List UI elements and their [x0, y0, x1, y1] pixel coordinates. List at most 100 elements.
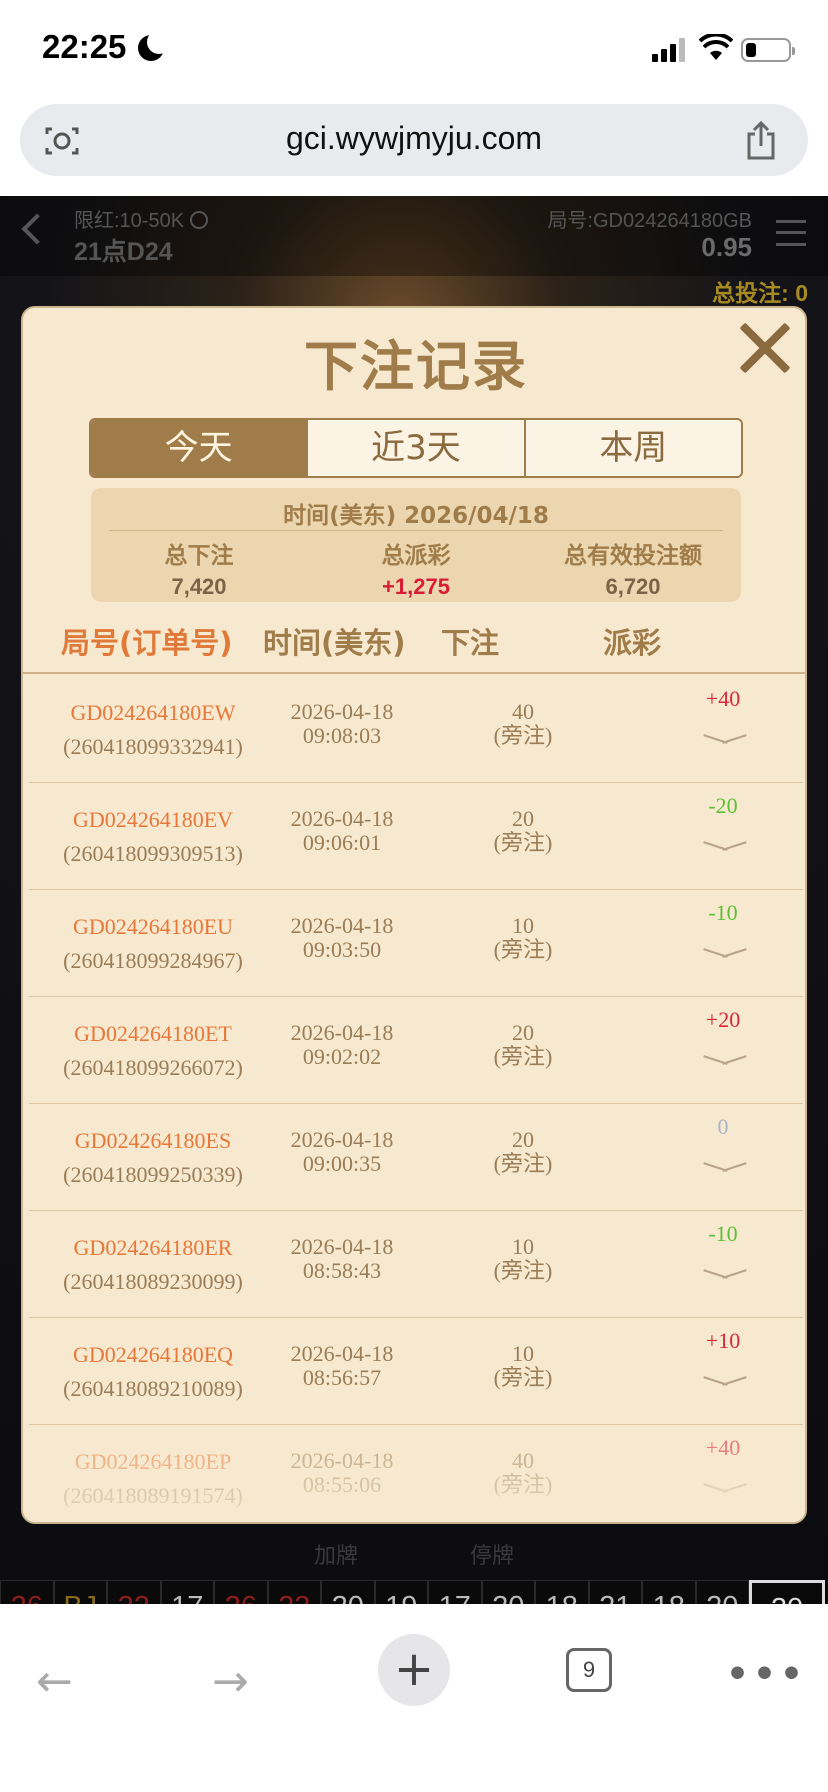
- bet-date: 2026-04-18: [290, 1020, 394, 1045]
- url-bar[interactable]: gci.wywjmyju.com: [20, 104, 808, 176]
- payout-value: +10: [705, 1328, 741, 1353]
- order-number: (260418099332941): [63, 734, 243, 759]
- chevron-down-icon[interactable]: [703, 1267, 747, 1281]
- bet-amount: 10: [512, 1341, 534, 1366]
- round-order-cell: GD024264180EV (260418099309513): [29, 803, 277, 871]
- battery-icon: [741, 38, 795, 62]
- chevron-down-icon[interactable]: [703, 1374, 747, 1388]
- bet-history-modal: 下注记录 今天 近3天 本周 时间(美东) 2026/04/18 总下注 7,4…: [21, 306, 807, 1524]
- payout-value: -20: [708, 793, 738, 818]
- date-range-tabs: 今天 近3天 本周: [89, 418, 743, 478]
- moon-icon: [138, 30, 171, 61]
- bet-cell: 10 (旁注): [477, 1342, 569, 1390]
- info-icon[interactable]: [190, 211, 209, 229]
- total-valid-label: 总有效投注额: [564, 543, 702, 569]
- column-header-payout: 派彩: [603, 626, 662, 660]
- column-header-round: 局号(订单号): [61, 626, 233, 660]
- bet-row[interactable]: GD024264180ES (260418099250339) 2026-04-18…: [29, 1104, 803, 1211]
- bet-time: 09:03:50: [302, 937, 382, 962]
- payout-value: -10: [708, 1221, 738, 1246]
- round-id: GD024264180ES: [74, 1128, 232, 1153]
- more-options-icon[interactable]: •••: [726, 1654, 807, 1695]
- bet-time: 09:02:02: [302, 1044, 382, 1069]
- chevron-down-icon[interactable]: [703, 839, 747, 853]
- bet-amount: 40: [512, 699, 534, 724]
- bet-date: 2026-04-18: [290, 699, 394, 724]
- bet-row[interactable]: GD024264180EW (260418099332941) 2026-04-18…: [29, 676, 803, 783]
- order-number: (260418089210089): [63, 1376, 243, 1401]
- bet-row[interactable]: GD024264180ET (260418099266072) 2026-04-18…: [29, 997, 803, 1104]
- bet-type: (旁注): [493, 1365, 553, 1390]
- bet-time: 08:56:57: [302, 1365, 382, 1390]
- time-cell: 2026-04-18 09:00:35: [267, 1128, 417, 1176]
- bet-date: 2026-04-18: [290, 1341, 394, 1366]
- new-tab-plus-icon[interactable]: +: [378, 1634, 450, 1706]
- summary-total-valid: 总有效投注额 6,720: [525, 536, 741, 600]
- time-cell: 2026-04-18 08:56:57: [267, 1342, 417, 1390]
- stand-button[interactable]: 停牌: [470, 1538, 514, 1570]
- order-number: (260418089230099): [63, 1269, 243, 1294]
- table-name: 21点D24: [74, 238, 173, 266]
- column-header-bet: 下注: [441, 626, 500, 660]
- hit-button[interactable]: 加牌: [314, 1538, 358, 1570]
- time-cell: 2026-04-18 09:06:01: [267, 807, 417, 855]
- close-icon[interactable]: [737, 320, 793, 376]
- tab-last-3-days[interactable]: 近3天: [308, 420, 526, 476]
- browser-toolbar: ← → + 9 •••: [0, 1604, 828, 1792]
- bet-time: 08:58:43: [302, 1258, 382, 1283]
- round-order-cell: GD024264180ET (260418099266072): [29, 1017, 277, 1085]
- bet-amount: 20: [512, 1020, 534, 1045]
- total-payout-label: 总派彩: [381, 543, 451, 569]
- tabs-count-button[interactable]: 9: [566, 1648, 612, 1692]
- round-id: GD024264180EU: [72, 914, 234, 939]
- bet-row[interactable]: GD024264180EQ (260418089210089) 2026-04-18…: [29, 1318, 803, 1425]
- forward-arrow-icon[interactable]: →: [212, 1656, 249, 1707]
- round-id: GD024264180EW: [70, 700, 236, 725]
- payout-value: +40: [705, 686, 741, 711]
- tab-today[interactable]: 今天: [91, 420, 309, 476]
- round-order-cell: GD024264180EQ (260418089210089): [29, 1338, 277, 1406]
- bet-amount: 20: [512, 806, 534, 831]
- chevron-down-icon[interactable]: [703, 1160, 747, 1174]
- bet-time: 09:08:03: [302, 723, 382, 748]
- bet-cell: 20 (旁注): [477, 807, 569, 855]
- bet-cell: 40(旁注): [477, 700, 569, 748]
- round-id: GD024264180EQ: [72, 1342, 234, 1367]
- menu-icon[interactable]: [776, 220, 806, 246]
- total-valid-value: 6,720: [605, 574, 661, 599]
- url-text[interactable]: gci.wywjmyju.com: [20, 120, 808, 157]
- payout-value: 0: [717, 1114, 729, 1139]
- bet-cell: 10 (旁注): [477, 1235, 569, 1283]
- share-icon[interactable]: [744, 120, 778, 160]
- round-order-cell: GD024264180ER (260418089230099): [29, 1231, 277, 1299]
- summary-total-bet: 总下注 7,420: [91, 536, 307, 600]
- tab-this-week[interactable]: 本周: [525, 420, 741, 476]
- scroll-fade: [23, 1432, 805, 1522]
- bet-type: (旁注): [493, 723, 553, 748]
- time-cell: 2026-04-18 09:03:50: [267, 914, 417, 962]
- bet-amount: 10: [512, 913, 534, 938]
- bet-list: GD024264180EW (260418099332941) 2026-04-18…: [23, 676, 805, 1522]
- bet-amount: 20: [512, 1127, 534, 1152]
- modal-title: 下注记录: [304, 335, 528, 398]
- bet-date: 2026-04-18: [290, 1127, 394, 1152]
- summary-date: 时间(美东) 2026/04/18: [283, 503, 549, 529]
- bet-type: (旁注): [493, 830, 553, 855]
- bet-row[interactable]: GD024264180EV (260418099309513) 2026-04-18…: [29, 783, 803, 890]
- table-header: 局号(订单号) 时间(美东) 下注 派彩: [23, 616, 805, 674]
- chevron-down-icon[interactable]: [703, 946, 747, 960]
- bet-row[interactable]: GD024264180ER (260418089230099) 2026-04-18…: [29, 1211, 803, 1318]
- chevron-down-icon[interactable]: [703, 732, 747, 746]
- bet-date: 2026-04-18: [290, 806, 394, 831]
- chevron-down-icon[interactable]: [703, 1053, 747, 1067]
- bet-row[interactable]: GD024264180EU (260418099284967) 2026-04-18…: [29, 890, 803, 997]
- cellular-signal-icon: [652, 38, 688, 62]
- bet-limit: 限红:10-50K: [74, 204, 209, 233]
- total-bet-label: 总投注:: [712, 280, 789, 306]
- bet-time: 09:00:35: [302, 1151, 382, 1176]
- bet-amount: 10: [512, 1234, 534, 1259]
- round-id: GD024264180ER: [73, 1235, 233, 1260]
- round-id: GD024264180ET: [74, 1021, 232, 1046]
- back-arrow-icon[interactable]: ←: [36, 1656, 73, 1707]
- round-order-cell: GD024264180ES (260418099250339): [29, 1124, 277, 1192]
